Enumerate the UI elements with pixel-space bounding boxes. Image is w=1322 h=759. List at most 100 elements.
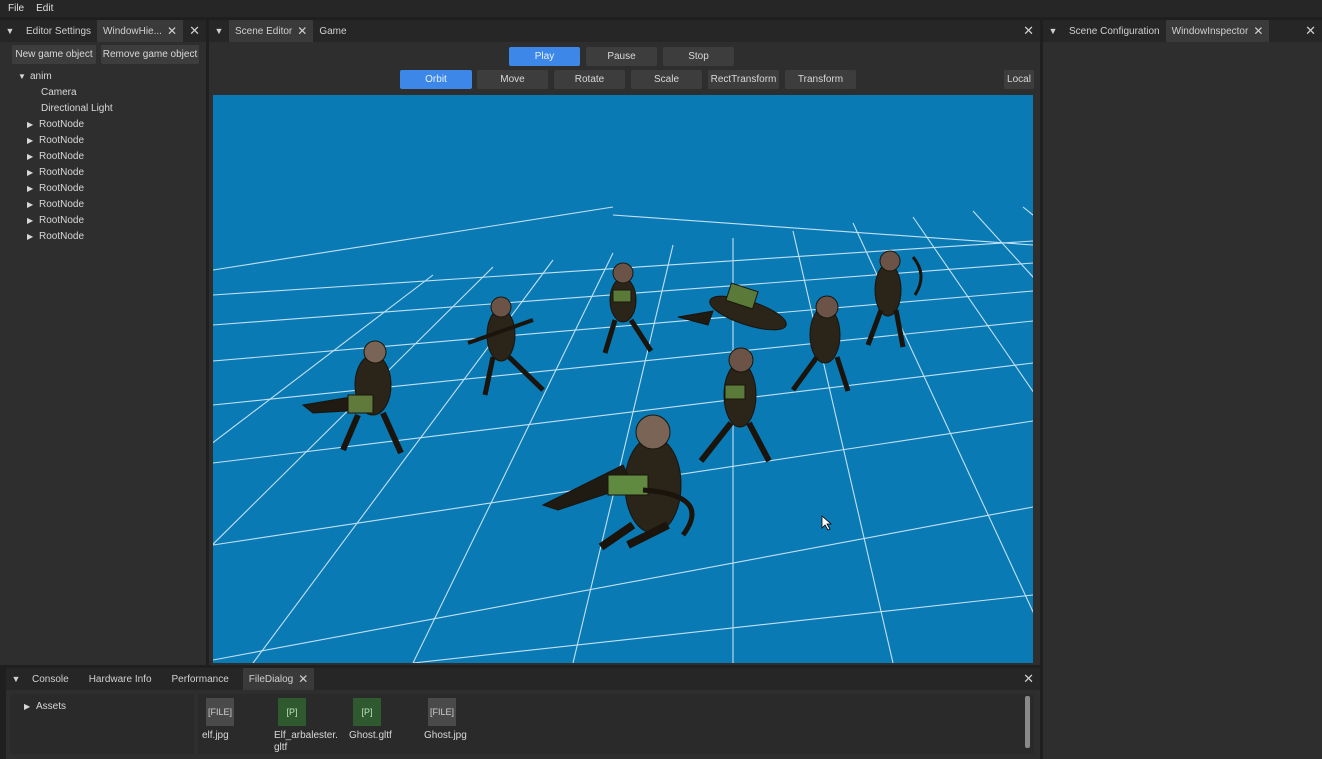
orbit-tool-button[interactable]: Orbit [400,70,472,89]
rect-transform-tool-button[interactable]: RectTransform [708,70,779,89]
move-tool-button[interactable]: Move [477,70,548,89]
collapsed-arrow-icon[interactable]: ▶ [27,200,39,209]
close-icon[interactable]: ✕ [1023,672,1034,685]
file-grid: [FILE] elf.jpg [P] Elf_arbalester. gltf … [198,694,1034,754]
tree-item-rootnode[interactable]: ▶ RootNode [27,196,84,212]
collapsed-arrow-icon[interactable]: ▶ [27,184,39,193]
file-thumbnail-icon: [FILE] [206,698,234,726]
tab-label: Scene Editor [235,25,293,37]
collapsed-arrow-icon[interactable]: ▶ [27,168,39,177]
menu-edit[interactable]: Edit [36,3,53,14]
tab-label: FileDialog [248,673,294,685]
tab-label: Console [32,673,69,685]
menu-bar: File Edit [0,0,1322,17]
asset-tree-pane: ▶ Assets [10,694,194,754]
tree-item-camera[interactable]: Camera [41,84,77,100]
collapse-arrow-icon[interactable]: ▼ [209,20,229,42]
file-item[interactable]: [FILE] Ghost.jpg [424,698,494,742]
hierarchy-tabbar: ▼ Editor Settings WindowHie... ✕ [0,20,206,42]
tree-item-rootnode[interactable]: ▶ RootNode [27,148,84,164]
collapse-arrow-icon[interactable]: ▼ [6,668,26,690]
bottom-tabbar: ▼ Console Hardware Info Performance File… [6,668,1040,690]
close-icon[interactable]: ✕ [1253,25,1263,37]
tree-label: RootNode [39,198,85,210]
tree-item-rootnode[interactable]: ▶ RootNode [27,228,84,244]
collapsed-arrow-icon[interactable]: ▶ [27,136,39,145]
file-name: elf.jpg [202,730,229,741]
tree-item-rootnode[interactable]: ▶ RootNode [27,212,84,228]
rotate-tool-button[interactable]: Rotate [554,70,625,89]
tree-label: Assets [36,700,67,712]
remove-game-object-button[interactable]: Remove game object [101,45,199,64]
inspector-tabbar: ▼ Scene Configuration WindowInspector ✕ [1043,20,1322,42]
close-icon[interactable]: ✕ [167,25,177,37]
close-icon[interactable]: ✕ [1023,24,1034,37]
tree-item-anim[interactable]: ▼ anim [18,68,52,84]
tab-scene-configuration[interactable]: Scene Configuration [1063,20,1166,42]
mouse-cursor-icon [821,515,833,531]
file-grid-scrollbar[interactable] [1025,696,1030,748]
tab-label: Game [319,25,347,37]
scale-tool-button[interactable]: Scale [631,70,702,89]
hierarchy-panel: ▼ Editor Settings WindowHie... ✕ ✕ New ga… [0,20,206,665]
play-button[interactable]: Play [509,47,580,66]
tree-item-rootnode[interactable]: ▶ RootNode [27,132,84,148]
tab-label: Hardware Info [88,673,152,685]
file-item[interactable]: [P] Ghost.gltf [349,698,419,742]
tab-scene-editor[interactable]: Scene Editor ✕ [229,20,314,42]
transform-tool-button[interactable]: Transform [785,70,856,89]
collapsed-arrow-icon[interactable]: ▶ [27,152,39,161]
tree-label: RootNode [39,134,85,146]
tree-item-assets[interactable]: ▶ Assets [24,698,66,714]
tab-window-hierarchy[interactable]: WindowHie... ✕ [97,20,184,42]
tab-label: WindowHie... [103,25,162,37]
tree-label: RootNode [39,230,85,242]
tree-item-rootnode[interactable]: ▶ RootNode [27,164,84,180]
tab-hardware-info[interactable]: Hardware Info [83,668,158,690]
tab-window-inspector[interactable]: WindowInspector ✕ [1165,20,1270,42]
tree-label: Camera [41,86,77,98]
collapse-arrow-icon[interactable]: ▼ [0,20,20,42]
scene-editor-tabbar: ▼ Scene Editor ✕ Game [209,20,1040,42]
collapsed-arrow-icon[interactable]: ▶ [24,702,36,711]
close-icon[interactable]: ✕ [1305,24,1316,37]
tab-label: Editor Settings [26,25,92,37]
collapse-arrow-icon[interactable]: ▼ [1043,20,1063,42]
new-game-object-button[interactable]: New game object [12,45,96,64]
close-icon[interactable]: ✕ [189,24,200,37]
tree-label: RootNode [39,166,85,178]
file-item[interactable]: [FILE] elf.jpg [202,698,272,742]
expanded-arrow-icon[interactable]: ▼ [18,72,30,81]
pause-button[interactable]: Pause [586,47,657,66]
collapsed-arrow-icon[interactable]: ▶ [27,120,39,129]
tree-label: RootNode [39,118,85,130]
tree-label: anim [30,70,52,82]
menu-file[interactable]: File [8,3,24,14]
tree-item-rootnode[interactable]: ▶ RootNode [27,180,84,196]
tab-game[interactable]: Game [313,20,352,42]
close-icon[interactable]: ✕ [298,673,308,685]
file-item[interactable]: [P] Elf_arbalester. gltf [274,698,344,754]
tab-console[interactable]: Console [26,668,75,690]
prefab-thumbnail-icon: [P] [278,698,306,726]
close-icon[interactable]: ✕ [297,25,307,37]
stop-button[interactable]: Stop [663,47,734,66]
tree-item-directional-light[interactable]: Directional Light [41,100,113,116]
ground-grid [213,206,1033,663]
file-name: Ghost.gltf [349,730,392,741]
tree-item-rootnode[interactable]: ▶ RootNode [27,116,84,132]
tab-performance[interactable]: Performance [166,668,235,690]
tab-label: WindowInspector [1171,25,1249,37]
collapsed-arrow-icon[interactable]: ▶ [27,216,39,225]
tab-label: Performance [171,673,229,685]
tab-editor-settings[interactable]: Editor Settings [20,20,97,42]
tab-file-dialog[interactable]: FileDialog ✕ [242,668,315,690]
tree-label: Directional Light [41,102,113,114]
local-space-toggle[interactable]: Local [1004,70,1034,89]
inspector-panel: ▼ Scene Configuration WindowInspector ✕ ✕ [1043,20,1322,759]
bottom-panel: ▼ Console Hardware Info Performance File… [6,668,1040,759]
collapsed-arrow-icon[interactable]: ▶ [27,232,39,241]
scene-viewport[interactable] [213,95,1033,663]
prefab-thumbnail-icon: [P] [353,698,381,726]
file-thumbnail-icon: [FILE] [428,698,456,726]
